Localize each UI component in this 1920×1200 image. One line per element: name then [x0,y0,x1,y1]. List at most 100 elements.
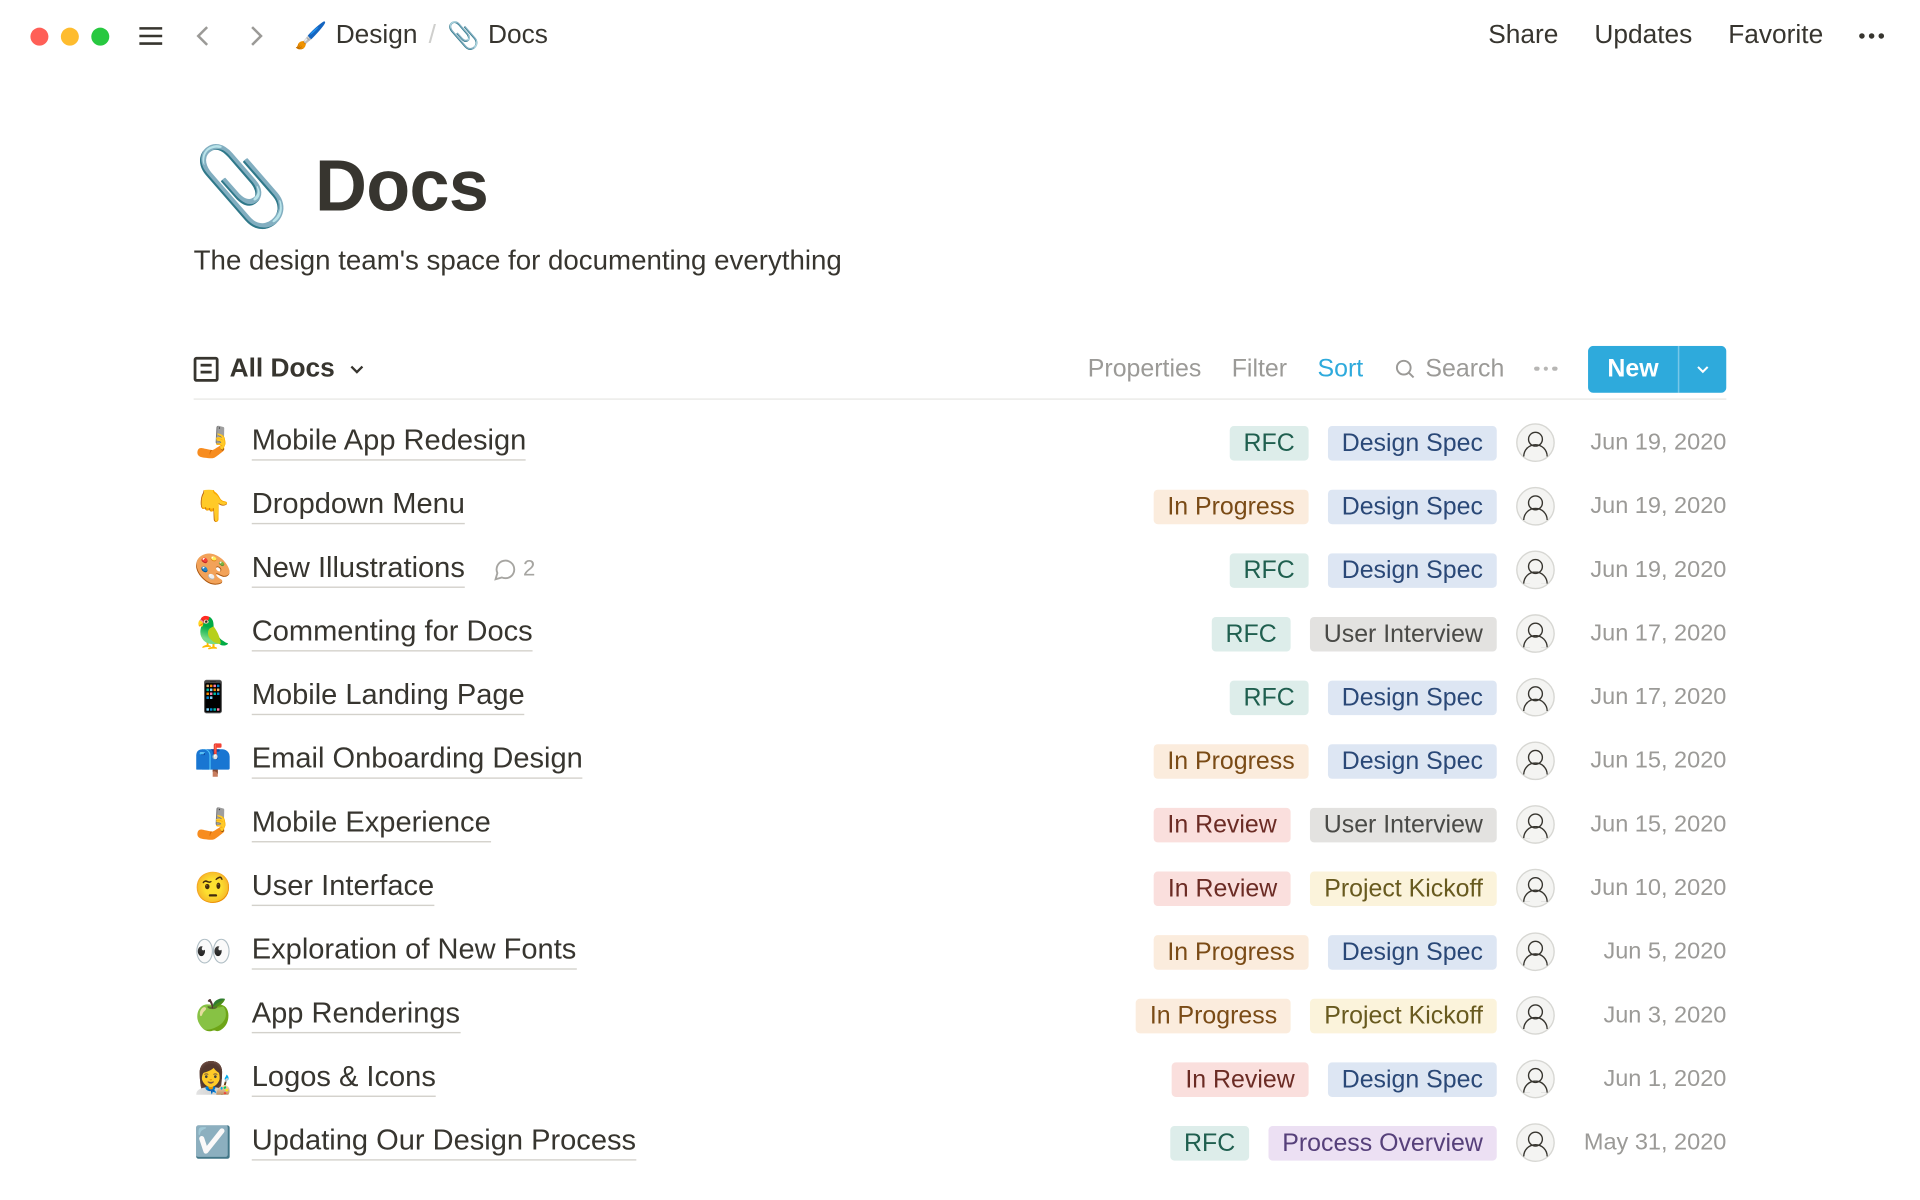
breadcrumb-current-icon: 📎 [447,19,480,52]
row-title[interactable]: Dropdown Menu [252,489,465,524]
tag[interactable]: In Progress [1154,934,1309,969]
tag[interactable]: RFC [1230,425,1309,460]
row-date: Jun 5, 2020 [1574,938,1726,966]
updates-button[interactable]: Updates [1594,21,1692,51]
properties-button[interactable]: Properties [1088,354,1201,383]
tag[interactable]: RFC [1170,1125,1249,1160]
new-row-label: New [1607,354,1658,383]
list-item[interactable]: 📱Mobile Landing PageRFCDesign SpecJun 17… [194,665,1727,729]
tag[interactable]: Design Spec [1328,934,1497,969]
page-header: 📎 Docs [194,141,1727,232]
tag[interactable]: RFC [1230,553,1309,588]
row-icon: 👩‍🎨 [194,1061,233,1097]
window-close-button[interactable] [30,27,48,45]
tag[interactable]: RFC [1230,680,1309,715]
breadcrumb-parent[interactable]: 🖌️ Design [295,19,418,52]
list-item[interactable]: 🤳Mobile App RedesignRFCDesign SpecJun 19… [194,411,1727,475]
breadcrumb-parent-icon: 🖌️ [295,19,328,52]
row-date: Jun 10, 2020 [1574,874,1726,902]
row-tags: In Progress Project Kickoff [1054,998,1497,1033]
row-title[interactable]: Email Onboarding Design [252,743,583,778]
row-title[interactable]: Mobile Landing Page [252,680,525,715]
nav-back-button[interactable] [184,17,223,56]
row-icon: 🤳 [194,425,233,461]
row-assignee-avatar[interactable] [1516,741,1555,780]
page-title[interactable]: Docs [315,145,488,228]
tag[interactable]: Project Kickoff [1310,998,1496,1033]
tag[interactable]: In Review [1172,1062,1309,1097]
tag[interactable]: In Review [1154,871,1291,906]
view-picker[interactable]: All Docs [194,353,368,383]
list-item[interactable]: 👇Dropdown MenuIn ProgressDesign SpecJun … [194,474,1727,538]
list-item[interactable]: 🤳 Mobile Experience In Review User Intervie… [194,793,1727,857]
row-assignee-avatar[interactable] [1516,551,1555,590]
row-title[interactable]: Updating Our Design Process [252,1125,636,1160]
tag[interactable]: In Progress [1154,489,1309,524]
tag[interactable]: User Interview [1310,807,1497,842]
page-icon[interactable]: 📎 [194,141,290,232]
row-title[interactable]: User Interface [252,871,434,906]
row-assignee-avatar[interactable] [1516,1060,1555,1099]
sort-button[interactable]: Sort [1317,354,1363,383]
row-assignee-avatar[interactable] [1516,678,1555,717]
tag[interactable]: In Progress [1154,744,1309,779]
window-minimize-button[interactable] [61,27,79,45]
tag[interactable]: Design Spec [1328,1062,1497,1097]
sidebar-toggle-button[interactable] [131,17,170,56]
share-button[interactable]: Share [1488,21,1558,51]
tag[interactable]: Project Kickoff [1310,871,1496,906]
row-date: May 31, 2020 [1574,1129,1726,1157]
row-assignee-avatar[interactable] [1516,805,1555,844]
tag[interactable]: Design Spec [1328,489,1497,524]
list-item[interactable]: 📫Email Onboarding DesignIn ProgressDesig… [194,729,1727,793]
tag[interactable]: Design Spec [1328,425,1497,460]
row-assignee-avatar[interactable] [1516,996,1555,1035]
list-item[interactable]: 🎨New Illustrations2RFCDesign SpecJun 19,… [194,538,1727,602]
favorite-button[interactable]: Favorite [1728,21,1823,51]
row-title[interactable]: Mobile Experience [252,807,491,842]
view-more-button[interactable] [1535,366,1558,371]
row-title[interactable]: New Illustrations [252,553,465,588]
tag[interactable]: RFC [1212,616,1291,651]
tag[interactable]: Design Spec [1328,680,1497,715]
row-tags: RFC Design Spec [1054,553,1497,588]
new-row-dropdown[interactable] [1678,345,1726,392]
row-assignee-avatar[interactable] [1516,614,1555,653]
list-item[interactable]: ☑️Updating Our Design ProcessRFCProcess … [194,1111,1727,1175]
new-row-button[interactable]: New [1588,345,1726,392]
list-item[interactable]: 🍏App RenderingsIn ProgressProject Kickof… [194,984,1727,1048]
row-title[interactable]: Exploration of New Fonts [252,934,577,969]
tag[interactable]: Process Overview [1268,1125,1496,1160]
tag[interactable]: In Progress [1136,998,1291,1033]
row-assignee-avatar[interactable] [1516,1123,1555,1162]
list-item[interactable]: 👀Exploration of New FontsIn ProgressDesi… [194,920,1727,984]
more-menu-button[interactable] [1859,33,1884,39]
row-title[interactable]: App Renderings [252,998,460,1033]
row-assignee-avatar[interactable] [1516,932,1555,971]
nav-forward-button[interactable] [237,17,276,56]
view-actions: Properties Filter Sort Search New [1088,345,1727,392]
search-button[interactable]: Search [1394,354,1505,383]
row-assignee-avatar[interactable] [1516,869,1555,908]
row-assignee-avatar[interactable] [1516,423,1555,462]
view-picker-label: All Docs [230,353,335,383]
tag[interactable]: User Interview [1310,616,1497,651]
tag[interactable]: In Review [1154,807,1291,842]
row-tags: RFC User Interview [1054,616,1497,651]
row-title[interactable]: Commenting for Docs [252,616,533,651]
tag[interactable]: Design Spec [1328,744,1497,779]
window-zoom-button[interactable] [91,27,109,45]
list-item[interactable]: 🦜Commenting for DocsRFCUser InterviewJun… [194,602,1727,666]
row-icon: 🤳 [194,806,233,842]
list-item[interactable]: 🤨User InterfaceIn ReviewProject KickoffJ… [194,856,1727,920]
filter-button[interactable]: Filter [1232,354,1287,383]
row-assignee-avatar[interactable] [1516,487,1555,526]
list-item[interactable]: 👩‍🎨Logos & IconsIn ReviewDesign SpecJun … [194,1047,1727,1111]
row-title[interactable]: Mobile App Redesign [252,425,527,460]
row-tags: In Progress Design Spec [1054,934,1497,969]
page-subtitle[interactable]: The design team's space for documenting … [194,246,1727,278]
row-title[interactable]: Logos & Icons [252,1062,436,1097]
tag[interactable]: Design Spec [1328,553,1497,588]
row-comment-count[interactable]: 2 [493,557,536,582]
breadcrumb-current[interactable]: 📎 Docs [447,19,548,52]
